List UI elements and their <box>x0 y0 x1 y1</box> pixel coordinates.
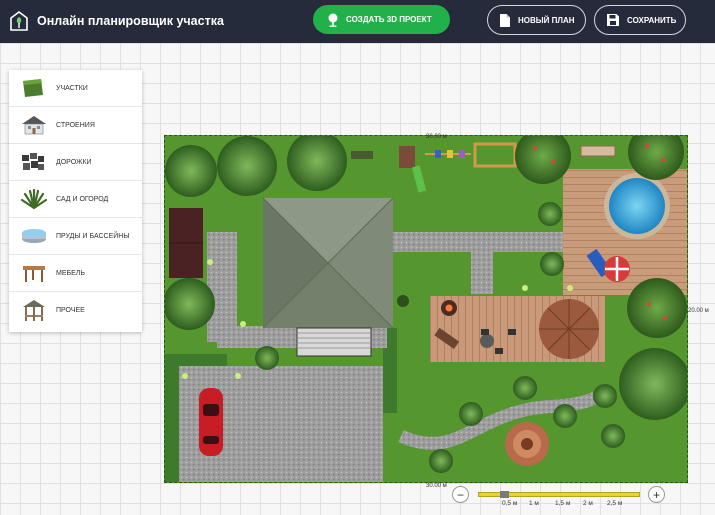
menu-item-label: ПРУДЫ И БАССЕЙНЫ <box>56 232 130 240</box>
save-button[interactable]: СОХРАНИТЬ <box>594 5 686 35</box>
menu-item-label: СТРОЕНИЯ <box>56 121 95 129</box>
new-plan-label: НОВЫЙ ПЛАН <box>518 15 575 25</box>
menu-item-paths[interactable]: ДОРОЖКИ <box>9 144 142 181</box>
menu-item-label: МЕБЕЛЬ <box>56 269 85 277</box>
top-bar: Онлайн планировщик участка СОЗДАТЬ 3D ПР… <box>0 0 715 43</box>
plant-icon <box>21 188 47 210</box>
scale-label: 2 м <box>583 500 593 507</box>
dimension-right: 20.00 м <box>688 308 709 314</box>
save-label: СОХРАНИТЬ <box>627 15 677 25</box>
zoom-in-button[interactable]: + <box>648 486 665 503</box>
dimension-top: 30.00 м <box>426 134 447 140</box>
zoom-out-button[interactable]: − <box>452 486 469 503</box>
category-menu: УЧАСТКИ СТРОЕНИЯ ДОРОЖКИ САД И ОГОРОД ПР… <box>9 70 142 332</box>
document-icon <box>500 13 510 27</box>
house-icon <box>22 116 46 135</box>
plus-icon: + <box>652 487 660 502</box>
minus-icon: − <box>456 487 464 502</box>
new-plan-button[interactable]: НОВЫЙ ПЛАН <box>487 5 586 35</box>
create-3d-project-button[interactable]: СОЗДАТЬ 3D ПРОЕКТ <box>313 5 450 34</box>
dimension-bottom: 30.00 м <box>426 483 447 489</box>
menu-item-label: САД И ОГОРОД <box>56 195 109 203</box>
menu-item-garden[interactable]: САД И ОГОРОД <box>9 181 142 218</box>
scale-label: 1 м <box>529 500 539 507</box>
floppy-disk-icon <box>607 14 619 26</box>
site-plan-drawing <box>165 136 687 482</box>
scale-label: 2,5 м <box>607 500 623 507</box>
paving-tile-icon <box>22 153 44 170</box>
site-plot[interactable] <box>164 135 688 483</box>
menu-item-furniture[interactable]: МЕБЕЛЬ <box>9 255 142 292</box>
lawn-tile-icon <box>23 79 43 97</box>
menu-item-label: ДОРОЖКИ <box>56 158 92 166</box>
tree-icon <box>328 13 338 27</box>
create-3d-project-label: СОЗДАТЬ 3D ПРОЕКТ <box>346 15 432 24</box>
zoom-control: − 0,5 м 1 м 1,5 м 2 м 2,5 м + <box>452 486 672 510</box>
menu-item-other[interactable]: ПРОЧЕЕ <box>9 292 142 329</box>
table-icon <box>23 266 45 282</box>
scale-label: 0,5 м <box>502 500 518 507</box>
pool-icon <box>22 229 46 243</box>
menu-item-label: УЧАСТКИ <box>56 84 88 92</box>
menu-item-label: ПРОЧЕЕ <box>56 307 85 314</box>
menu-item-plots[interactable]: УЧАСТКИ <box>9 70 142 107</box>
app-title: Онлайн планировщик участка <box>37 14 224 28</box>
menu-item-buildings[interactable]: СТРОЕНИЯ <box>9 107 142 144</box>
house-logo-icon[interactable] <box>10 11 28 31</box>
scale-label: 1,5 м <box>555 500 571 507</box>
menu-item-ponds[interactable]: ПРУДЫ И БАССЕЙНЫ <box>9 218 142 255</box>
zoom-slider-handle[interactable] <box>500 491 509 498</box>
gazebo-icon <box>23 300 45 321</box>
